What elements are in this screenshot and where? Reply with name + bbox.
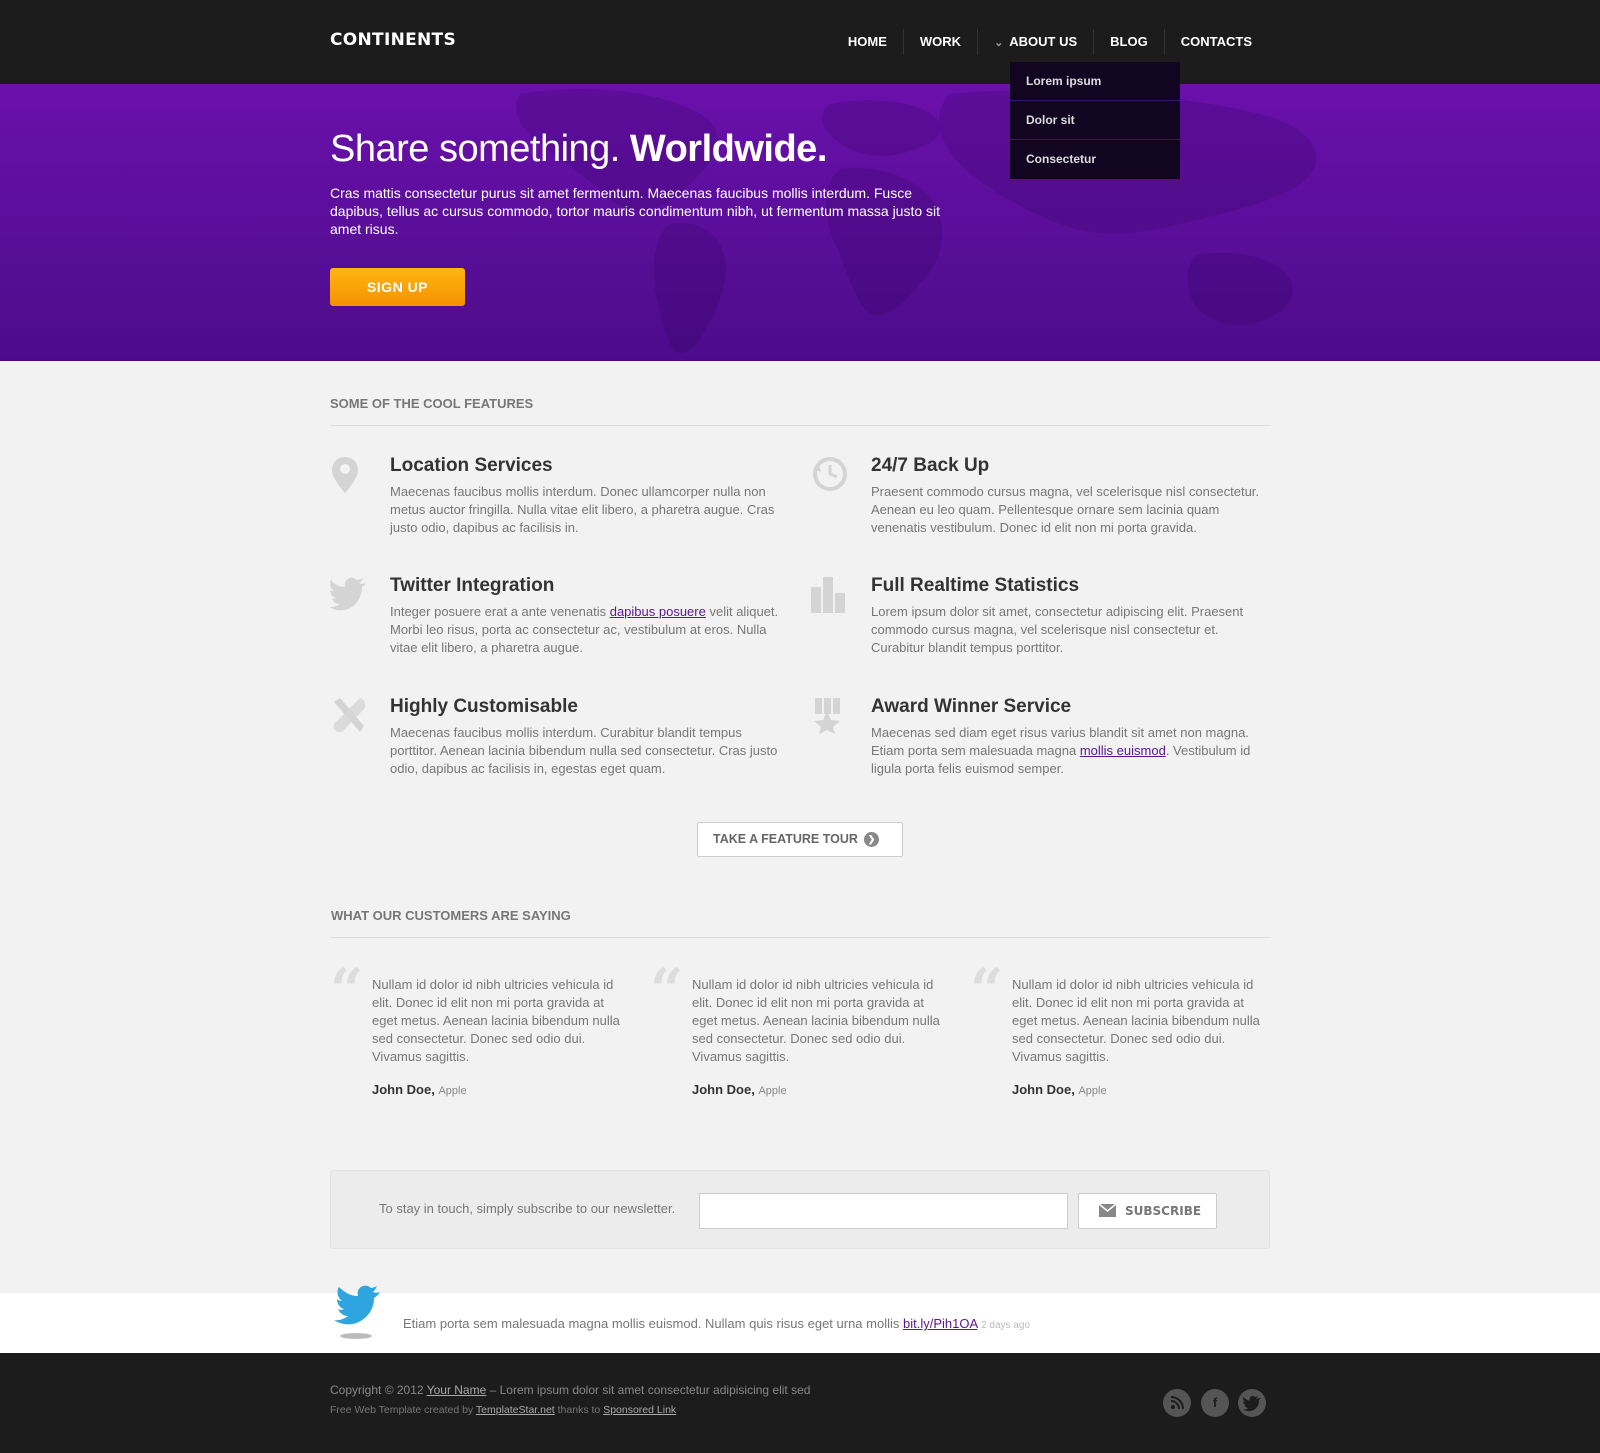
testimonial-author: John Doe, Apple	[1012, 1082, 1262, 1097]
credit-prefix: Free Web Template created by	[330, 1404, 474, 1416]
author-name: John Doe,	[692, 1082, 755, 1097]
quote-icon: “	[650, 956, 684, 1024]
testimonial: “ Nullam id dolor id nibh ultricies vehi…	[330, 956, 622, 1097]
feature-text: Praesent commodo cursus magna, vel scele…	[871, 484, 1260, 535]
site-footer: Copyright © 2012 Your Name – Lorem ipsum…	[0, 1353, 1600, 1453]
subscribe-button[interactable]: SUBSCRIBE	[1078, 1193, 1217, 1229]
top-navbar: CONTINENTS HOME WORK ⌄ ABOUT US BLOG CONT…	[0, 0, 1600, 84]
hero-banner: Share something. Worldwide. Cras mattis …	[0, 84, 1600, 361]
about-us-dropdown: Lorem ipsum Dolor sit Consectetur	[1010, 62, 1180, 179]
testimonial-text: Nullam id dolor id nibh ultricies vehicu…	[372, 977, 620, 1064]
thanks-text: thanks to	[557, 1404, 601, 1416]
main-nav: HOME WORK ⌄ ABOUT US BLOG CONTACTS	[832, 22, 1268, 62]
quote-icon: “	[970, 956, 1004, 1024]
your-name-link[interactable]: Your Name	[427, 1383, 487, 1397]
feature-tour-label: TAKE A FEATURE TOUR	[713, 832, 858, 846]
site-logo[interactable]: CONTINENTS	[330, 30, 456, 50]
latest-tweet-bar: Etiam porta sem malesuada magna mollis e…	[0, 1285, 1600, 1353]
quote-icon: “	[330, 956, 364, 1024]
testimonial: “ Nullam id dolor id nibh ultricies vehi…	[650, 956, 942, 1097]
nav-home[interactable]: HOME	[832, 29, 903, 55]
testimonial: “ Nullam id dolor id nibh ultricies vehi…	[970, 956, 1262, 1097]
testimonial-author: John Doe, Apple	[372, 1082, 622, 1097]
facebook-icon[interactable]: f	[1201, 1389, 1229, 1417]
hero-title-light: Share something.	[330, 128, 620, 170]
feature-title: 24/7 Back Up	[871, 455, 990, 476]
nav-about-us-label: ABOUT US	[1009, 34, 1078, 49]
sign-up-button[interactable]: SIGN UP	[330, 268, 465, 306]
arrow-right-icon: ❯	[864, 832, 879, 847]
bar-chart-icon	[811, 577, 845, 613]
twitter-icon[interactable]	[1238, 1389, 1266, 1417]
hero-title-bold: Worldwide.	[629, 128, 827, 170]
feature-title: Highly Customisable	[390, 696, 578, 717]
testimonial-text: Nullam id dolor id nibh ultricies vehicu…	[1012, 977, 1260, 1064]
newsletter-email-input[interactable]	[699, 1193, 1068, 1229]
dapibus-posuere-link[interactable]: dapibus posuere	[610, 604, 706, 619]
nav-work[interactable]: WORK	[902, 29, 977, 55]
twitter-bird-icon	[334, 1285, 380, 1339]
feature-text: Lorem ipsum dolor sit amet, consectetur …	[871, 604, 1244, 655]
newsletter-box: To stay in touch, simply subscribe to ou…	[330, 1170, 1270, 1249]
nav-contacts[interactable]: CONTACTS	[1163, 29, 1268, 55]
feature-text: Maecenas sed diam eget risus varius blan…	[871, 724, 1271, 778]
feature-text: Integer posuere erat a ante venenatis da…	[390, 603, 790, 657]
tweet-text: Etiam porta sem malesuada magna mollis e…	[403, 1316, 1030, 1331]
twitter-bird-icon	[330, 577, 366, 611]
nav-blog[interactable]: BLOG	[1093, 29, 1164, 55]
tweet-link[interactable]: bit.ly/Pih1OA	[903, 1316, 977, 1331]
tools-icon	[333, 698, 366, 733]
feature-text: Maecenas faucibus mollis interdum. Donec…	[390, 484, 775, 535]
copyright-suffix: – Lorem ipsum dolor sit amet consectetur…	[489, 1383, 811, 1397]
author-name: John Doe,	[372, 1082, 435, 1097]
testimonial-author: John Doe, Apple	[692, 1082, 942, 1097]
clock-backup-icon	[813, 457, 847, 491]
author-company: Apple	[438, 1085, 467, 1097]
location-pin-icon	[332, 457, 358, 493]
subscribe-label: SUBSCRIBE	[1125, 1204, 1202, 1218]
author-name: John Doe,	[1012, 1082, 1075, 1097]
tweet-time: 2 days ago	[981, 1320, 1030, 1331]
author-company: Apple	[1078, 1085, 1107, 1097]
envelope-icon	[1099, 1204, 1116, 1217]
copyright-prefix: Copyright © 2012	[330, 1383, 424, 1397]
features-heading: SOME OF THE COOL FEATURES	[330, 396, 1271, 426]
author-company: Apple	[758, 1085, 787, 1097]
chevron-down-icon: ⌄	[994, 37, 1004, 49]
newsletter-label: To stay in touch, simply subscribe to ou…	[379, 1201, 676, 1216]
feature-tour-button[interactable]: TAKE A FEATURE TOUR ❯	[697, 822, 903, 857]
dropdown-item-lorem-ipsum[interactable]: Lorem ipsum	[1010, 62, 1180, 101]
nav-about-us[interactable]: ⌄ ABOUT US	[977, 29, 1093, 55]
feature-title: Full Realtime Statistics	[871, 575, 1080, 596]
feature-text-part: Integer posuere erat a ante venenatis	[390, 604, 610, 619]
rss-icon[interactable]	[1163, 1389, 1191, 1417]
award-ribbon-icon	[814, 698, 840, 734]
sponsored-link[interactable]: Sponsored Link	[603, 1404, 676, 1416]
hero-title: Share something. Worldwide.	[330, 128, 827, 171]
copyright-line: Copyright © 2012 Your Name – Lorem ipsum…	[330, 1383, 810, 1397]
hero-text: Cras mattis consectetur purus sit amet f…	[330, 185, 941, 237]
testimonials-heading: WHAT OUR CUSTOMERS ARE SAYING	[331, 908, 1271, 938]
credit-line: Free Web Template created by TemplateSta…	[330, 1404, 676, 1416]
dropdown-item-consectetur[interactable]: Consectetur	[1010, 140, 1180, 179]
dropdown-item-dolor-sit[interactable]: Dolor sit	[1010, 101, 1180, 140]
feature-title: Award Winner Service	[871, 696, 1072, 717]
feature-title: Location Services	[390, 455, 553, 476]
feature-title: Twitter Integration	[390, 575, 555, 596]
tweet-body: Etiam porta sem malesuada magna mollis e…	[403, 1316, 900, 1331]
testimonial-text: Nullam id dolor id nibh ultricies vehicu…	[692, 977, 940, 1064]
templatestar-link[interactable]: TemplateStar.net	[476, 1404, 555, 1416]
feature-text: Maecenas faucibus mollis interdum. Curab…	[390, 725, 778, 776]
mollis-euismod-link[interactable]: mollis euismod	[1080, 743, 1166, 758]
